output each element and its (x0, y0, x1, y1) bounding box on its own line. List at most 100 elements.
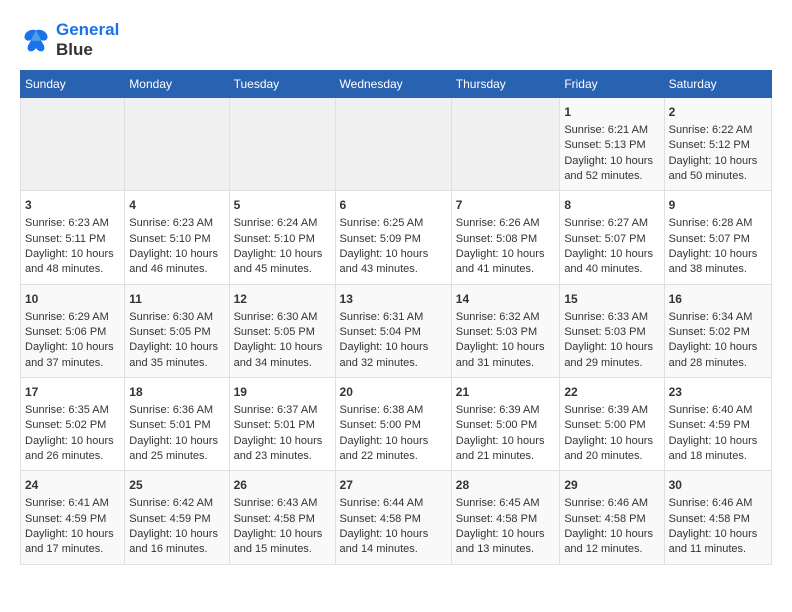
day-number: 23 (669, 384, 767, 401)
calendar-cell: 27Sunrise: 6:44 AMSunset: 4:58 PMDayligh… (335, 471, 451, 564)
day-number: 11 (129, 291, 224, 308)
day-info: Daylight: 10 hours and 26 minutes. (25, 434, 120, 465)
day-info: Sunset: 4:58 PM (669, 512, 767, 527)
day-info: Sunset: 5:06 PM (25, 325, 120, 340)
day-info: Daylight: 10 hours and 16 minutes. (129, 527, 224, 558)
calendar-cell: 4Sunrise: 6:23 AMSunset: 5:10 PMDaylight… (125, 191, 229, 284)
calendar-cell (229, 98, 335, 191)
day-info: Sunrise: 6:29 AM (25, 310, 120, 325)
calendar-cell (21, 98, 125, 191)
calendar-cell: 15Sunrise: 6:33 AMSunset: 5:03 PMDayligh… (560, 284, 664, 377)
day-info: Sunset: 4:59 PM (25, 512, 120, 527)
calendar-cell: 12Sunrise: 6:30 AMSunset: 5:05 PMDayligh… (229, 284, 335, 377)
calendar-cell: 22Sunrise: 6:39 AMSunset: 5:00 PMDayligh… (560, 378, 664, 471)
weekday-header-sunday: Sunday (21, 71, 125, 98)
logo-text: General Blue (56, 20, 119, 60)
day-number: 10 (25, 291, 120, 308)
day-info: Daylight: 10 hours and 38 minutes. (669, 247, 767, 278)
day-info: Sunrise: 6:33 AM (564, 310, 659, 325)
day-info: Sunset: 5:09 PM (340, 232, 447, 247)
weekday-header-thursday: Thursday (451, 71, 560, 98)
page-header: General Blue (20, 20, 772, 60)
weekday-header-wednesday: Wednesday (335, 71, 451, 98)
day-info: Daylight: 10 hours and 15 minutes. (234, 527, 331, 558)
day-info: Daylight: 10 hours and 40 minutes. (564, 247, 659, 278)
day-info: Daylight: 10 hours and 17 minutes. (25, 527, 120, 558)
day-info: Sunrise: 6:32 AM (456, 310, 556, 325)
calendar-cell: 8Sunrise: 6:27 AMSunset: 5:07 PMDaylight… (560, 191, 664, 284)
day-info: Sunset: 5:01 PM (129, 418, 224, 433)
day-info: Sunset: 5:08 PM (456, 232, 556, 247)
calendar-week-4: 17Sunrise: 6:35 AMSunset: 5:02 PMDayligh… (21, 378, 772, 471)
day-info: Sunrise: 6:25 AM (340, 216, 447, 231)
day-info: Sunrise: 6:35 AM (25, 403, 120, 418)
day-info: Sunrise: 6:46 AM (564, 496, 659, 511)
day-info: Sunrise: 6:34 AM (669, 310, 767, 325)
weekday-header-tuesday: Tuesday (229, 71, 335, 98)
day-info: Sunset: 5:03 PM (564, 325, 659, 340)
day-info: Sunset: 4:58 PM (340, 512, 447, 527)
day-number: 22 (564, 384, 659, 401)
day-info: Sunrise: 6:38 AM (340, 403, 447, 418)
calendar-cell: 5Sunrise: 6:24 AMSunset: 5:10 PMDaylight… (229, 191, 335, 284)
day-number: 29 (564, 477, 659, 494)
calendar-cell: 25Sunrise: 6:42 AMSunset: 4:59 PMDayligh… (125, 471, 229, 564)
calendar-cell: 3Sunrise: 6:23 AMSunset: 5:11 PMDaylight… (21, 191, 125, 284)
day-info: Sunset: 4:58 PM (564, 512, 659, 527)
calendar-header: SundayMondayTuesdayWednesdayThursdayFrid… (21, 71, 772, 98)
day-number: 13 (340, 291, 447, 308)
day-info: Sunrise: 6:41 AM (25, 496, 120, 511)
day-info: Sunset: 4:58 PM (456, 512, 556, 527)
day-info: Daylight: 10 hours and 48 minutes. (25, 247, 120, 278)
day-info: Daylight: 10 hours and 29 minutes. (564, 340, 659, 371)
day-number: 16 (669, 291, 767, 308)
day-info: Sunset: 5:02 PM (25, 418, 120, 433)
day-info: Daylight: 10 hours and 34 minutes. (234, 340, 331, 371)
day-number: 5 (234, 197, 331, 214)
day-info: Sunrise: 6:44 AM (340, 496, 447, 511)
day-info: Sunrise: 6:45 AM (456, 496, 556, 511)
day-info: Daylight: 10 hours and 45 minutes. (234, 247, 331, 278)
day-number: 25 (129, 477, 224, 494)
day-number: 8 (564, 197, 659, 214)
day-number: 1 (564, 104, 659, 121)
calendar-cell: 23Sunrise: 6:40 AMSunset: 4:59 PMDayligh… (664, 378, 771, 471)
day-info: Daylight: 10 hours and 43 minutes. (340, 247, 447, 278)
calendar-cell: 21Sunrise: 6:39 AMSunset: 5:00 PMDayligh… (451, 378, 560, 471)
day-number: 9 (669, 197, 767, 214)
weekday-header-friday: Friday (560, 71, 664, 98)
day-info: Sunrise: 6:31 AM (340, 310, 447, 325)
day-info: Daylight: 10 hours and 41 minutes. (456, 247, 556, 278)
day-info: Sunrise: 6:24 AM (234, 216, 331, 231)
day-number: 19 (234, 384, 331, 401)
day-info: Sunset: 5:10 PM (129, 232, 224, 247)
calendar-cell: 6Sunrise: 6:25 AMSunset: 5:09 PMDaylight… (335, 191, 451, 284)
day-info: Sunrise: 6:30 AM (234, 310, 331, 325)
day-info: Daylight: 10 hours and 14 minutes. (340, 527, 447, 558)
day-info: Sunrise: 6:46 AM (669, 496, 767, 511)
calendar-week-2: 3Sunrise: 6:23 AMSunset: 5:11 PMDaylight… (21, 191, 772, 284)
day-number: 18 (129, 384, 224, 401)
day-info: Sunset: 5:13 PM (564, 138, 659, 153)
calendar-week-3: 10 Sunrise: 6:29 AMSunset: 5:06 PM Dayligh… (21, 284, 772, 377)
day-info: Sunrise: 6:27 AM (564, 216, 659, 231)
day-number: 28 (456, 477, 556, 494)
day-info: Sunrise: 6:22 AM (669, 123, 767, 138)
day-info: Sunset: 5:11 PM (25, 232, 120, 247)
calendar-cell: 10Sunrise: 6:29 AMSunset: 5:06 PMDayligh… (21, 284, 125, 377)
calendar-cell: 16Sunrise: 6:34 AMSunset: 5:02 PMDayligh… (664, 284, 771, 377)
calendar-cell: 18Sunrise: 6:36 AMSunset: 5:01 PMDayligh… (125, 378, 229, 471)
day-number: 30 (669, 477, 767, 494)
day-info: Sunrise: 6:23 AM (129, 216, 224, 231)
day-info: Daylight: 10 hours and 12 minutes. (564, 527, 659, 558)
calendar-cell: 17Sunrise: 6:35 AMSunset: 5:02 PMDayligh… (21, 378, 125, 471)
day-info: Sunset: 5:05 PM (234, 325, 331, 340)
weekday-header-monday: Monday (125, 71, 229, 98)
calendar-cell (451, 98, 560, 191)
day-info: Daylight: 10 hours and 18 minutes. (669, 434, 767, 465)
logo-icon (20, 24, 52, 56)
day-info: Sunrise: 6:40 AM (669, 403, 767, 418)
day-info: Daylight: 10 hours and 50 minutes. (669, 154, 767, 185)
day-info: Sunset: 5:00 PM (340, 418, 447, 433)
weekday-header-saturday: Saturday (664, 71, 771, 98)
